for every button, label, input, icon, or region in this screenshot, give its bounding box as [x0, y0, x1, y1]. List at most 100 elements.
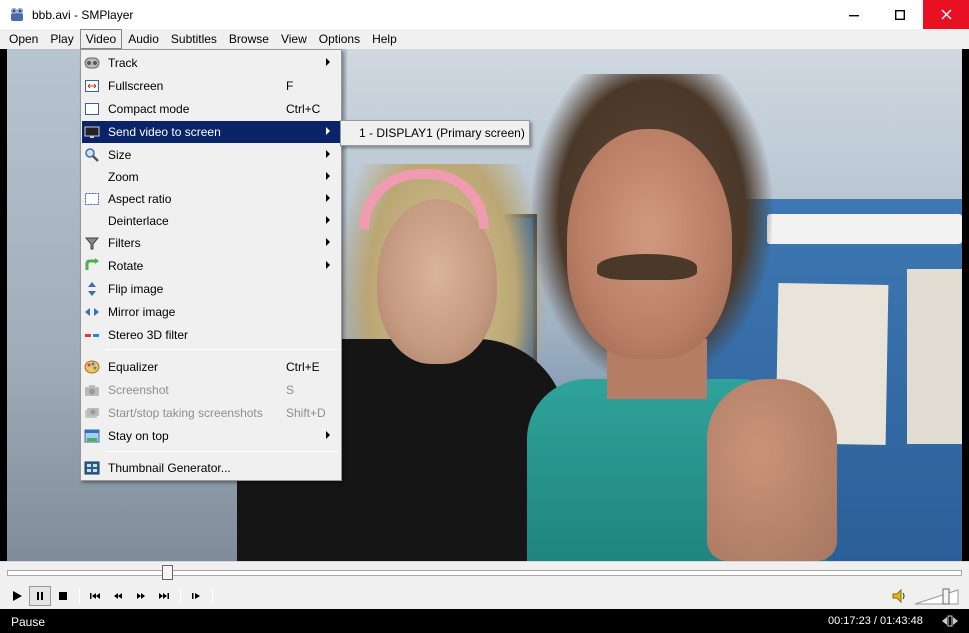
video-scene-light — [767, 214, 962, 244]
menuitem-screenshot[interactable]: Screenshot S — [82, 379, 340, 401]
rewind-icon — [114, 593, 122, 599]
funnel-icon — [84, 235, 100, 251]
volume-slider[interactable] — [914, 588, 960, 605]
track-icon — [84, 55, 100, 71]
flip-icon — [84, 281, 100, 297]
video-scene-person — [567, 129, 732, 359]
menuitem-size[interactable]: Size — [82, 144, 340, 166]
window-title: bbb.avi - SMPlayer — [32, 7, 134, 22]
camera-icon — [84, 382, 100, 398]
minimize-button[interactable] — [831, 0, 877, 29]
pause-icon — [37, 592, 43, 600]
menuitem-track[interactable]: Track — [82, 52, 340, 74]
menuitem-stereo-3d-filter[interactable]: Stereo 3D filter — [82, 324, 340, 346]
status-bar: Pause 00:17:23 / 01:43:48 — [0, 609, 969, 633]
skip-forward-icon — [159, 593, 169, 599]
menuitem-filters[interactable]: Filters — [82, 232, 340, 254]
menuitem-deinterlace[interactable]: Deinterlace — [82, 210, 340, 232]
toolbar-separator — [180, 588, 181, 604]
menu-subtitles[interactable]: Subtitles — [165, 29, 223, 49]
menuitem-stay-on-top[interactable]: Stay on top — [82, 425, 340, 447]
video-menu-dropdown: Track Fullscreen F Compact mode Ctrl+C S… — [80, 49, 342, 481]
palette-icon — [84, 359, 100, 375]
magnifier-icon — [84, 147, 100, 163]
forward-button[interactable] — [130, 586, 152, 606]
menu-video[interactable]: Video — [79, 29, 123, 49]
smplayer-app-icon[interactable] — [9, 7, 25, 23]
menuitem-equalizer[interactable]: Equalizer Ctrl+E — [82, 356, 340, 378]
time-display: 00:17:23 / 01:43:48 — [828, 615, 923, 627]
rewind-long-button[interactable] — [84, 586, 106, 606]
stop-icon — [59, 592, 67, 600]
submenu-arrow-icon — [326, 150, 330, 158]
frame-step-icon — [192, 593, 200, 599]
frame-step-button[interactable] — [185, 586, 207, 606]
menu-browse[interactable]: Browse — [223, 29, 275, 49]
title-bar: bbb.avi - SMPlayer — [0, 0, 969, 29]
video-scene-person — [597, 254, 697, 280]
rewind-button[interactable] — [107, 586, 129, 606]
play-icon — [13, 591, 22, 601]
thumbnail-icon — [84, 460, 100, 476]
skip-back-icon — [90, 593, 100, 599]
submenu-arrow-icon — [326, 216, 330, 224]
menuitem-start-stop-screenshots[interactable]: Start/stop taking screenshots Shift+D — [82, 402, 340, 424]
stereo-3d-icon — [84, 327, 100, 343]
menu-help[interactable]: Help — [366, 29, 403, 49]
window-controls — [831, 0, 969, 29]
toolbar-separator — [79, 588, 80, 604]
video-scene-notice — [907, 269, 962, 444]
menu-separator — [105, 451, 338, 452]
pause-button[interactable] — [29, 586, 51, 606]
menuitem-aspect-ratio[interactable]: Aspect ratio — [82, 188, 340, 210]
forward-icon — [137, 593, 145, 599]
submenu-arrow-icon — [326, 194, 330, 202]
menuitem-flip-image[interactable]: Flip image — [82, 278, 340, 300]
maximize-button[interactable] — [877, 0, 923, 29]
play-button[interactable] — [6, 586, 28, 606]
menuitem-rotate[interactable]: Rotate — [82, 255, 340, 277]
menu-play[interactable]: Play — [44, 29, 79, 49]
menuitem-mirror-image[interactable]: Mirror image — [82, 301, 340, 323]
control-panel — [0, 561, 969, 609]
menu-separator — [105, 349, 338, 350]
submenu-item-display1[interactable]: 1 - DISPLAY1 (Primary screen) — [343, 123, 527, 143]
maximize-icon — [895, 9, 905, 20]
menuitem-thumbnail-generator[interactable]: Thumbnail Generator... — [82, 457, 340, 479]
menu-options[interactable]: Options — [313, 29, 366, 49]
submenu-arrow-icon — [326, 127, 330, 135]
stay-on-top-icon — [84, 428, 100, 444]
stop-button[interactable] — [52, 586, 74, 606]
menu-view[interactable]: View — [275, 29, 313, 49]
camera-multi-icon — [84, 405, 100, 421]
submenu-arrow-icon — [326, 238, 330, 246]
menu-bar: Open Play Video Audio Subtitles Browse V… — [0, 29, 969, 49]
toolbar-separator — [212, 588, 213, 604]
mirror-icon — [84, 304, 100, 320]
video-scene-person — [707, 379, 837, 561]
submenu-arrow-icon — [326, 431, 330, 439]
menuitem-send-video-to-screen[interactable]: Send video to screen — [82, 121, 340, 143]
menu-audio[interactable]: Audio — [122, 29, 165, 49]
seek-handle[interactable] — [162, 565, 174, 580]
close-button[interactable] — [923, 0, 969, 29]
menuitem-zoom[interactable]: Zoom — [82, 166, 340, 188]
seek-bar[interactable] — [7, 570, 962, 576]
menu-open[interactable]: Open — [3, 29, 44, 49]
submenu-arrow-icon — [326, 261, 330, 269]
forward-long-button[interactable] — [153, 586, 175, 606]
rotate-icon — [84, 258, 100, 274]
menuitem-compact-mode[interactable]: Compact mode Ctrl+C — [82, 98, 340, 120]
minimize-icon — [849, 14, 859, 16]
send-to-screen-submenu: 1 - DISPLAY1 (Primary screen) — [340, 120, 530, 146]
close-icon — [941, 9, 951, 20]
volume-icon[interactable] — [891, 587, 909, 605]
menuitem-fullscreen[interactable]: Fullscreen F — [82, 75, 340, 97]
submenu-arrow-icon — [326, 172, 330, 180]
video-info-icon[interactable] — [941, 614, 959, 628]
playback-status: Pause — [11, 615, 46, 629]
aspect-ratio-icon — [84, 191, 100, 207]
fullscreen-icon — [84, 78, 100, 94]
playback-toolbar — [6, 586, 217, 606]
monitor-icon — [84, 124, 100, 140]
